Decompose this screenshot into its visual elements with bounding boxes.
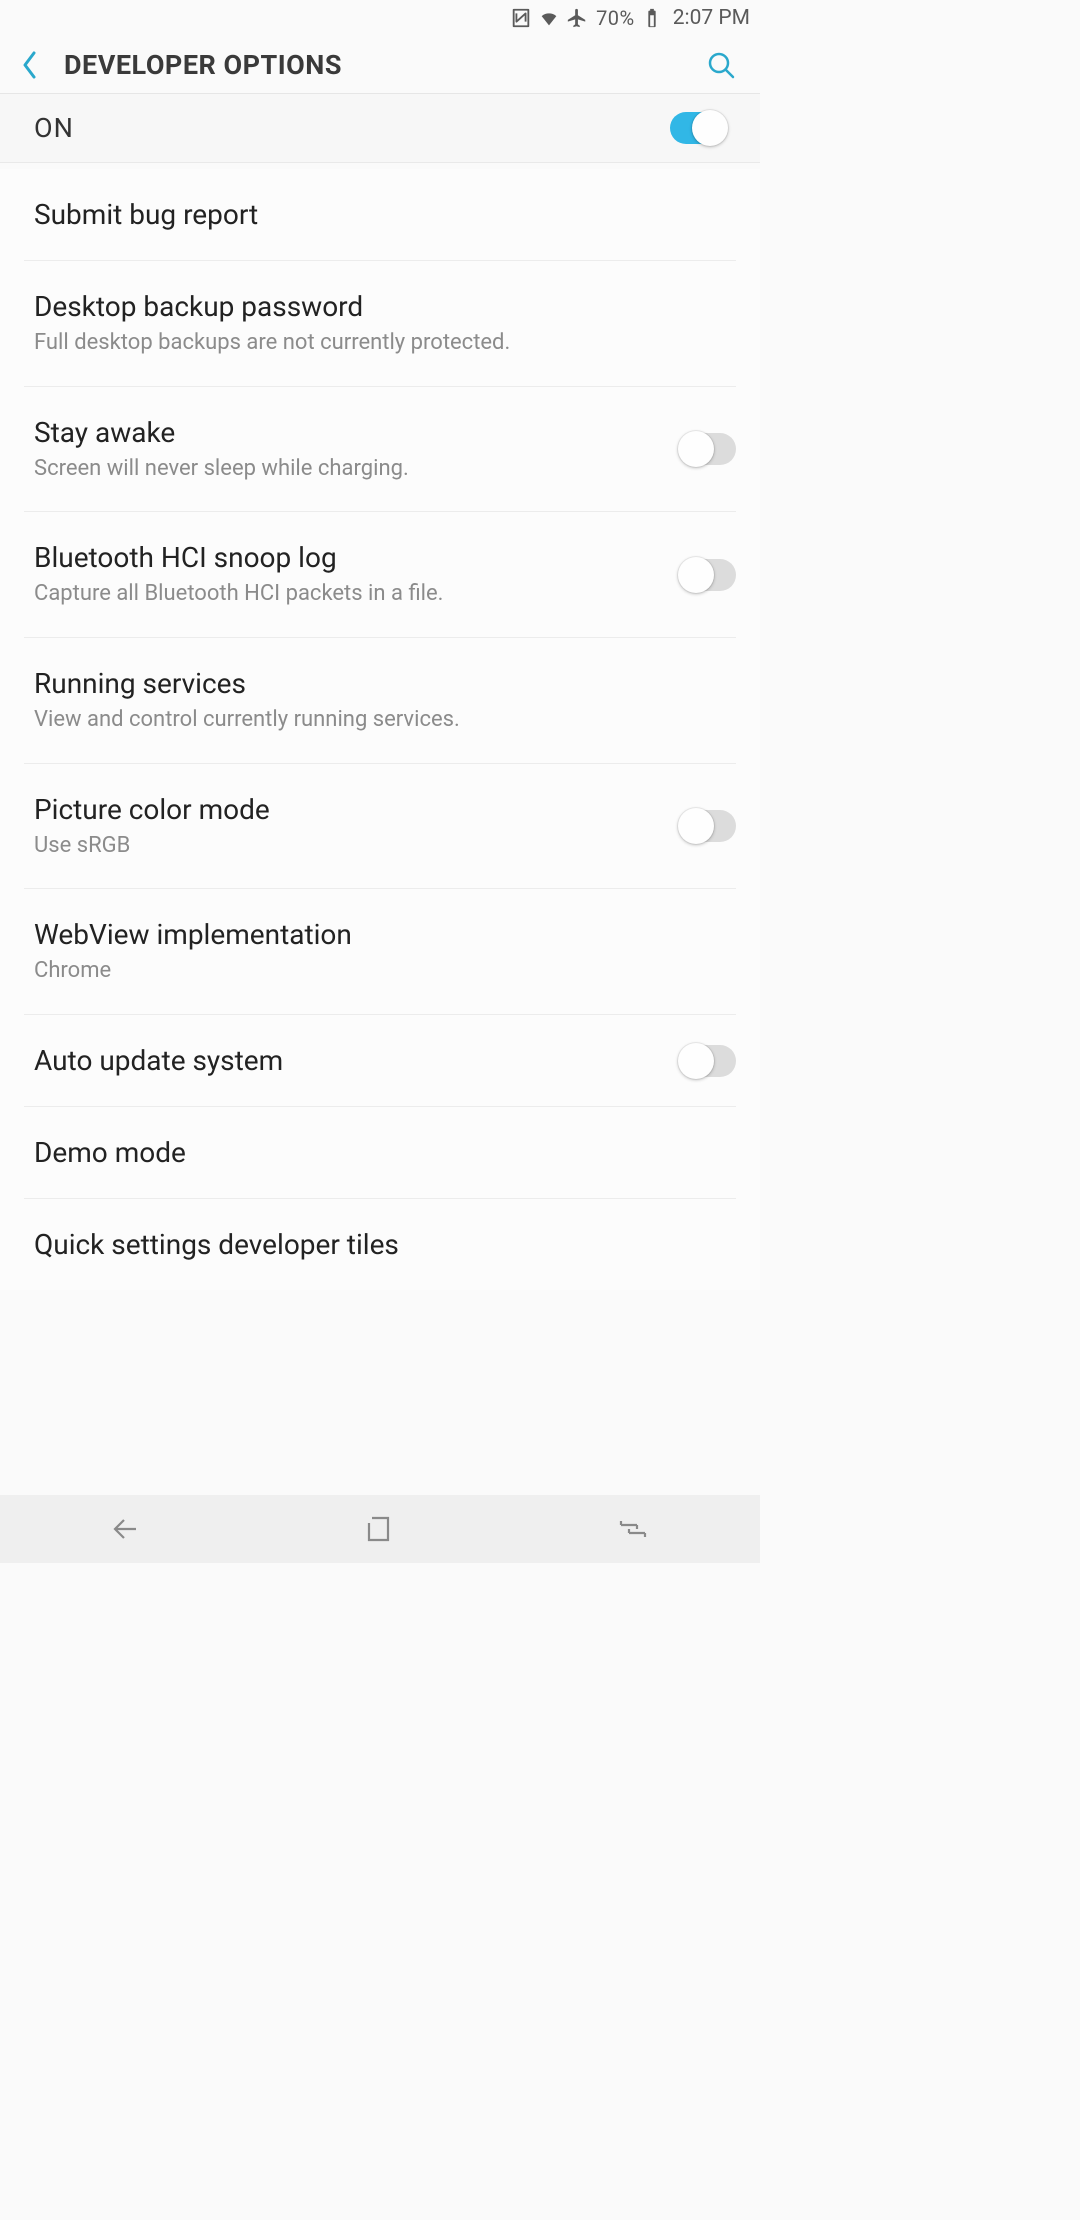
item-title: Submit bug report [34,197,726,232]
item-picture-color-mode[interactable]: Picture color mode Use sRGB [24,764,736,890]
item-subtitle: Use sRGB [34,831,670,861]
item-title: Bluetooth HCI snoop log [34,540,670,575]
item-title: Auto update system [34,1043,670,1078]
item-title: Quick settings developer tiles [34,1227,726,1262]
page-title: DEVELOPER OPTIONS [64,49,704,81]
item-title: Stay awake [34,415,670,450]
battery-icon [641,7,663,29]
toggle-picture-color-mode[interactable] [680,810,736,842]
status-bar: 70% 2:07 PM [0,0,760,36]
toggle-auto-update-system[interactable] [680,1045,736,1077]
search-button[interactable] [704,48,738,82]
item-subtitle: Screen will never sleep while charging. [34,454,670,484]
master-toggle-row[interactable]: ON [0,94,760,163]
item-webview-implementation[interactable]: WebView implementation Chrome [24,889,736,1015]
item-title: WebView implementation [34,917,726,952]
item-desktop-backup-password[interactable]: Desktop backup password Full desktop bac… [24,261,736,387]
nav-back-button[interactable] [107,1509,147,1549]
navigation-bar [0,1495,760,1563]
status-clock: 2:07 PM [673,6,750,30]
item-running-services[interactable]: Running services View and control curren… [24,638,736,764]
item-title: Desktop backup password [34,289,726,324]
nav-home-button[interactable] [360,1509,400,1549]
item-stay-awake[interactable]: Stay awake Screen will never sleep while… [24,387,736,513]
item-title: Picture color mode [34,792,670,827]
item-subtitle: Chrome [34,956,726,986]
master-toggle[interactable] [670,112,726,144]
toggle-stay-awake[interactable] [680,433,736,465]
item-auto-update-system[interactable]: Auto update system [24,1015,736,1107]
airplane-mode-icon [566,7,588,29]
settings-list: Submit bug report Desktop backup passwor… [0,169,760,1290]
item-submit-bug-report[interactable]: Submit bug report [24,169,736,261]
app-bar: DEVELOPER OPTIONS [0,36,760,94]
back-button[interactable] [22,45,50,85]
master-toggle-label: ON [34,112,670,144]
item-subtitle: View and control currently running servi… [34,705,726,735]
item-subtitle: Capture all Bluetooth HCI packets in a f… [34,579,670,609]
item-bluetooth-hci-snoop[interactable]: Bluetooth HCI snoop log Capture all Blue… [24,512,736,638]
item-title: Running services [34,666,726,701]
nav-recents-button[interactable] [613,1509,653,1549]
item-title: Demo mode [34,1135,726,1170]
item-subtitle: Full desktop backups are not currently p… [34,328,726,358]
nfc-icon [510,7,532,29]
item-demo-mode[interactable]: Demo mode [24,1107,736,1199]
item-quick-settings-tiles[interactable]: Quick settings developer tiles [24,1199,736,1290]
battery-percent: 70% [596,6,635,30]
toggle-bluetooth-hci-snoop[interactable] [680,559,736,591]
wifi-icon [538,7,560,29]
